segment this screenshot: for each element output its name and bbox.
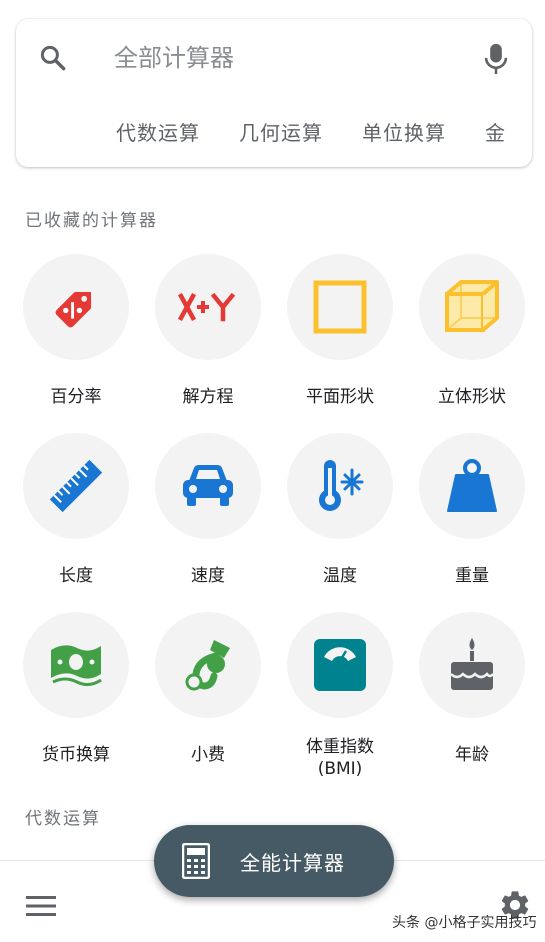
calculator-label: 年龄 <box>455 745 489 765</box>
algebra-section-title: 代数运算 <box>25 809 101 829</box>
percentage-circle <box>23 254 129 360</box>
temperature-circle <box>287 433 393 539</box>
calculator-icon <box>182 843 210 879</box>
mic-icon[interactable] <box>482 41 510 77</box>
calculator-label: 小费 <box>191 745 225 765</box>
calculator-label: 长度 <box>59 566 93 586</box>
calculator-label: 速度 <box>191 566 225 586</box>
calculator-age[interactable]: 年龄 <box>406 612 538 766</box>
calculator-label: 重量 <box>455 566 489 586</box>
tip-hand-icon <box>185 640 230 691</box>
calculator-plane-shapes[interactable]: 平面形状 <box>274 254 406 408</box>
favorites-title: 已收藏的计算器 <box>25 211 158 231</box>
cube-icon <box>445 280 499 332</box>
age-circle <box>419 612 525 718</box>
calculator-label: 解方程 <box>182 387 234 407</box>
plane-shapes-circle <box>287 254 393 360</box>
calculator-equation[interactable]: 解方程 <box>142 254 274 408</box>
currency-circle <box>23 612 129 718</box>
square-icon <box>313 280 367 334</box>
tip-circle <box>155 612 261 718</box>
calculator-length[interactable]: 长度 <box>10 433 142 587</box>
search-icon[interactable] <box>38 43 68 73</box>
calculator-label: 体重指数 (BMI) <box>306 737 374 779</box>
calculator-currency[interactable]: 货币换算 <box>10 612 142 766</box>
calculator-label: 货币换算 <box>42 745 110 765</box>
calculator-percentage[interactable]: 百分率 <box>10 254 142 408</box>
calculator-label: 温度 <box>323 566 357 586</box>
universal-calculator-button[interactable]: 全能计算器 <box>154 825 394 897</box>
cake-icon <box>450 638 494 690</box>
calculator-label: 立体形状 <box>438 387 506 407</box>
weight-icon <box>447 459 497 512</box>
search-card: 代数运算 几何运算 单位换算 金 <box>16 19 532 167</box>
car-icon <box>183 465 233 506</box>
scale-icon <box>314 639 366 691</box>
solid-shapes-circle <box>419 254 525 360</box>
calculator-temperature[interactable]: 温度 <box>274 433 406 587</box>
calculator-bmi[interactable]: 体重指数 (BMI) <box>274 612 406 780</box>
calculator-weight[interactable]: 重量 <box>406 433 538 587</box>
calculator-label: 平面形状 <box>306 387 374 407</box>
thermometer-icon <box>319 460 364 511</box>
chip-geometry[interactable]: 几何运算 <box>239 117 323 146</box>
menu-icon[interactable] <box>26 895 56 917</box>
chip-finance[interactable]: 金 <box>485 117 506 146</box>
speed-circle <box>155 433 261 539</box>
x-plus-y-icon <box>178 292 236 322</box>
calculator-tip[interactable]: 小费 <box>142 612 274 766</box>
calculator-solid-shapes[interactable]: 立体形状 <box>406 254 538 408</box>
equation-circle <box>155 254 261 360</box>
chip-unit-conversion[interactable]: 单位换算 <box>362 117 446 146</box>
chip-algebra[interactable]: 代数运算 <box>116 117 200 146</box>
fab-label: 全能计算器 <box>240 850 345 875</box>
category-chips: 代数运算 几何运算 单位换算 金 <box>116 117 532 146</box>
calculator-speed[interactable]: 速度 <box>142 433 274 587</box>
money-icon <box>51 645 102 687</box>
percentage-tag-icon <box>55 291 92 328</box>
weight-circle <box>419 433 525 539</box>
length-circle <box>23 433 129 539</box>
bmi-circle <box>287 612 393 718</box>
watermark-text: 头条 @小格子实用技巧 <box>392 915 537 931</box>
calculator-label: 百分率 <box>50 387 102 407</box>
search-input[interactable] <box>114 37 454 79</box>
ruler-icon <box>49 459 103 513</box>
